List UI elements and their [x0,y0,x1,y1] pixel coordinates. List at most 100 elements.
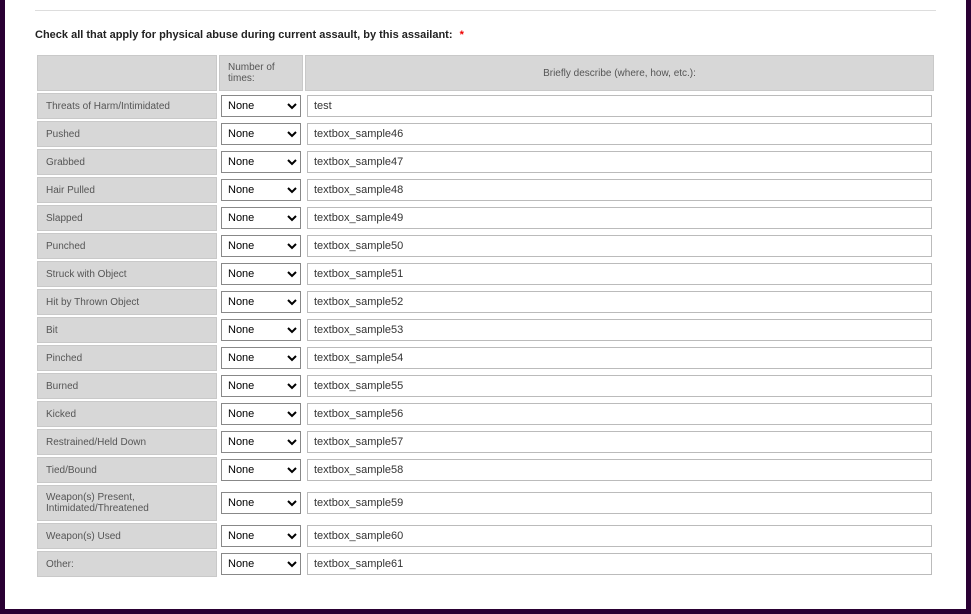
section-divider [35,10,936,11]
row-describe-cell [305,93,934,119]
table-row: Tied/BoundNone [37,457,934,483]
row-label: Pushed [37,121,217,147]
describe-input[interactable] [307,459,932,481]
table-row: PushedNone [37,121,934,147]
times-select[interactable]: None [221,347,301,369]
row-times-cell: None [219,373,303,399]
row-label: Grabbed [37,149,217,175]
table-row: Struck with ObjectNone [37,261,934,287]
row-describe-cell [305,457,934,483]
section-title: Check all that apply for physical abuse … [35,29,936,41]
times-select[interactable]: None [221,403,301,425]
row-times-cell: None [219,149,303,175]
abuse-table: Number of times: Briefly describe (where… [35,53,936,579]
row-times-cell: None [219,261,303,287]
row-label: Tied/Bound [37,457,217,483]
row-label: Hair Pulled [37,177,217,203]
describe-input[interactable] [307,319,932,341]
table-row: BitNone [37,317,934,343]
describe-input[interactable] [307,492,932,514]
row-describe-cell [305,317,934,343]
table-row: Weapon(s) Present, Intimidated/Threatene… [37,485,934,521]
times-select[interactable]: None [221,291,301,313]
describe-input[interactable] [307,403,932,425]
table-row: KickedNone [37,401,934,427]
table-row: PinchedNone [37,345,934,371]
times-select[interactable]: None [221,431,301,453]
row-times-cell: None [219,177,303,203]
table-row: Other:None [37,551,934,577]
times-select[interactable]: None [221,319,301,341]
describe-input[interactable] [307,375,932,397]
times-select[interactable]: None [221,235,301,257]
table-row: BurnedNone [37,373,934,399]
row-times-cell: None [219,551,303,577]
row-describe-cell [305,373,934,399]
row-label: Bit [37,317,217,343]
describe-input[interactable] [307,553,932,575]
row-label: Weapon(s) Present, Intimidated/Threatene… [37,485,217,521]
row-describe-cell [305,149,934,175]
row-label: Slapped [37,205,217,231]
row-describe-cell [305,177,934,203]
row-label: Threats of Harm/Intimidated [37,93,217,119]
row-times-cell: None [219,485,303,521]
describe-input[interactable] [307,525,932,547]
times-select[interactable]: None [221,179,301,201]
row-label: Restrained/Held Down [37,429,217,455]
times-select[interactable]: None [221,553,301,575]
describe-input[interactable] [307,151,932,173]
table-row: GrabbedNone [37,149,934,175]
times-select[interactable]: None [221,525,301,547]
times-select[interactable]: None [221,263,301,285]
times-select[interactable]: None [221,123,301,145]
row-describe-cell [305,429,934,455]
times-select[interactable]: None [221,207,301,229]
row-describe-cell [305,523,934,549]
describe-input[interactable] [307,347,932,369]
describe-input[interactable] [307,431,932,453]
row-times-cell: None [219,345,303,371]
row-times-cell: None [219,317,303,343]
describe-input[interactable] [307,263,932,285]
times-select[interactable]: None [221,375,301,397]
header-label [37,55,217,91]
row-times-cell: None [219,401,303,427]
row-describe-cell [305,261,934,287]
form-page: Check all that apply for physical abuse … [5,0,966,609]
describe-input[interactable] [307,291,932,313]
times-select[interactable]: None [221,95,301,117]
row-describe-cell [305,233,934,259]
row-label: Burned [37,373,217,399]
row-describe-cell [305,401,934,427]
describe-input[interactable] [307,179,932,201]
row-times-cell: None [219,429,303,455]
describe-input[interactable] [307,207,932,229]
table-row: Hair PulledNone [37,177,934,203]
row-describe-cell [305,205,934,231]
row-label: Punched [37,233,217,259]
table-row: PunchedNone [37,233,934,259]
row-times-cell: None [219,233,303,259]
row-describe-cell [305,121,934,147]
required-marker: * [460,29,464,41]
times-select[interactable]: None [221,459,301,481]
describe-input[interactable] [307,95,932,117]
describe-input[interactable] [307,123,932,145]
times-select[interactable]: None [221,151,301,173]
table-row: Weapon(s) UsedNone [37,523,934,549]
row-describe-cell [305,289,934,315]
row-times-cell: None [219,93,303,119]
table-row: Restrained/Held DownNone [37,429,934,455]
header-describe: Briefly describe (where, how, etc.): [305,55,934,91]
header-times: Number of times: [219,55,303,91]
row-label: Pinched [37,345,217,371]
describe-input[interactable] [307,235,932,257]
table-row: SlappedNone [37,205,934,231]
row-label: Struck with Object [37,261,217,287]
row-times-cell: None [219,121,303,147]
times-select[interactable]: None [221,492,301,514]
row-times-cell: None [219,457,303,483]
row-times-cell: None [219,205,303,231]
row-describe-cell [305,551,934,577]
